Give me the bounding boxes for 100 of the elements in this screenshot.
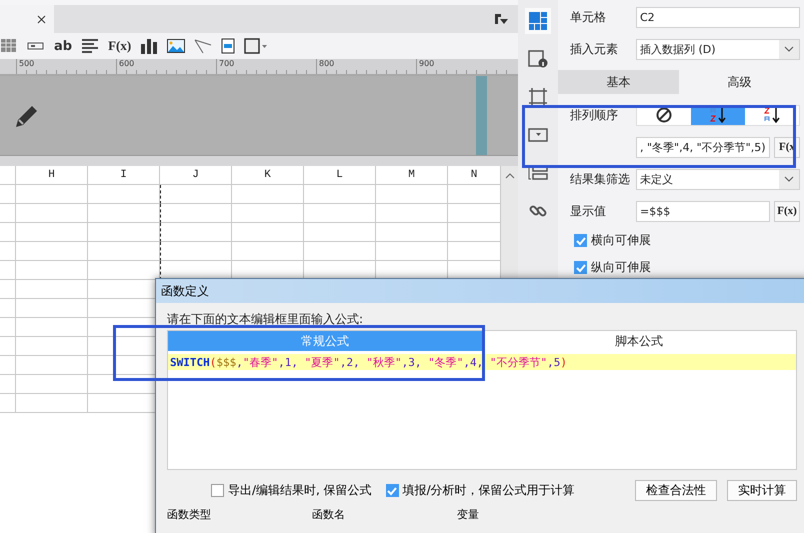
row-header [0, 280, 16, 299]
close-icon [37, 14, 46, 24]
sheet-cell[interactable] [304, 204, 376, 223]
row-header [0, 356, 16, 375]
sheet-cell[interactable] [232, 204, 304, 223]
row-header [0, 261, 16, 280]
field-label: 插入元素 [570, 40, 619, 58]
field-label: 结果集筛选 [570, 170, 631, 188]
sheet-cell[interactable] [16, 185, 88, 204]
filter-dropdown[interactable]: 未定义 [636, 168, 800, 190]
column-header[interactable]: K [232, 166, 304, 185]
cell-field[interactable]: C2 [636, 6, 800, 28]
sheet-cell[interactable] [376, 185, 448, 204]
sheet-cell[interactable] [88, 223, 160, 242]
sheet-cell[interactable] [160, 223, 232, 242]
sheet-cell[interactable] [16, 261, 88, 280]
sheet-cell[interactable] [16, 299, 88, 318]
column-header[interactable]: L [304, 166, 376, 185]
column-header[interactable]: H [16, 166, 88, 185]
ruler-label: 500 [19, 59, 34, 68]
sheet-cell[interactable] [232, 185, 304, 204]
dialog-title: 函数定义 [156, 279, 804, 303]
row-header [0, 299, 16, 318]
formula-tool[interactable]: F(x) [108, 36, 132, 56]
checkbox-option[interactable]: 导出/编辑结果时, 保留公式 [211, 482, 372, 499]
sort-descending-icon [763, 107, 781, 123]
ruler-label: 800 [319, 59, 334, 68]
checkbox[interactable] [211, 484, 224, 497]
sheet-cell[interactable] [16, 280, 88, 299]
no-sort-icon [656, 107, 672, 123]
checkbox-option[interactable]: 横向可伸展 [574, 232, 800, 249]
sheet-cell[interactable] [160, 242, 232, 261]
column-label: 函数名 [312, 507, 346, 522]
column-label: 函数类型 [167, 507, 212, 522]
row-header [0, 375, 16, 394]
row-header [0, 223, 16, 242]
sheet-cell[interactable] [304, 185, 376, 204]
checkbox[interactable] [574, 234, 587, 247]
checkbox[interactable] [386, 484, 399, 497]
field-label: 单元格 [570, 8, 607, 26]
border-icon[interactable] [244, 38, 268, 54]
column-header[interactable]: I [88, 166, 160, 185]
scroll-up-icon [504, 172, 514, 178]
image-icon[interactable] [167, 38, 186, 54]
insert-element-dropdown[interactable]: 插入数据列 (D) [636, 38, 800, 60]
cell-properties-icon[interactable] [525, 8, 551, 34]
sheet-cell[interactable] [232, 242, 304, 261]
sheet-cell[interactable] [160, 204, 232, 223]
sheet-cell[interactable] [88, 185, 160, 204]
line-icon[interactable] [194, 38, 212, 54]
text-tool[interactable]: ab [54, 36, 72, 56]
sheet-cell[interactable] [16, 204, 88, 223]
checkbox-option[interactable]: 纵向可伸展 [574, 259, 800, 276]
sheet-cell[interactable] [160, 185, 232, 204]
scrollbar-button[interactable] [501, 166, 518, 185]
row-header [0, 318, 16, 337]
column-header[interactable]: J [160, 166, 232, 185]
document-icon[interactable] [221, 38, 236, 54]
ruler-label: 600 [119, 59, 134, 68]
sheet-cell[interactable] [376, 223, 448, 242]
dropdown-menu-icon[interactable] [494, 13, 508, 25]
sheet-cell[interactable] [16, 337, 88, 356]
row-header [0, 204, 16, 223]
checkbox[interactable] [574, 261, 587, 274]
row-header [0, 185, 16, 204]
table-icon[interactable] [0, 38, 18, 54]
sheet-cell[interactable] [16, 375, 88, 394]
sheet-cell[interactable] [16, 242, 88, 261]
sheet-cell[interactable] [304, 223, 376, 242]
formula-editor[interactable]: 常规公式 脚本公式 SWITCH($$$,"春季",1, "夏季",2, "秋季",3, "冬季",4, "不分季节",5) [167, 330, 797, 470]
checkbox-option[interactable]: 填报/分析时，保留公式用于计算 [386, 482, 575, 499]
align-left-icon[interactable] [81, 38, 100, 54]
panel-tab[interactable]: 基本 [558, 70, 679, 94]
sort-ascending-icon [709, 107, 727, 123]
display-value-field[interactable]: =$$$ [636, 200, 770, 222]
dialog-button[interactable]: 检查合法性 [635, 480, 717, 501]
bar-chart-icon[interactable] [140, 38, 158, 54]
sheet-cell[interactable] [376, 204, 448, 223]
formula-button[interactable]: F(x) [774, 200, 800, 222]
column-label: 变量 [457, 507, 480, 522]
column-header[interactable]: N [448, 166, 501, 185]
sheet-cell[interactable] [16, 356, 88, 375]
sheet-cell[interactable] [16, 223, 88, 242]
chevron-down-icon [784, 176, 794, 182]
sheet-cell[interactable] [232, 223, 304, 242]
dialog-button[interactable]: 实时计算 [727, 480, 797, 501]
column-header[interactable]: M [376, 166, 448, 185]
ruler-label: 700 [219, 59, 234, 68]
sheet-cell[interactable] [88, 204, 160, 223]
chevron-down-icon [784, 46, 794, 52]
field-label: 排列顺序 [570, 106, 619, 124]
row-header [0, 242, 16, 261]
sheet-cell[interactable] [88, 242, 160, 261]
sort-formula-field[interactable]: , "冬季",4, "不分季节",5) [636, 136, 770, 158]
prompt-text: 请在下面的文本编辑框里面输入公式: [167, 311, 364, 328]
sheet-cell[interactable] [304, 242, 376, 261]
sheet-cell[interactable] [16, 318, 88, 337]
sheet-cell[interactable] [16, 394, 88, 413]
field-label: 显示值 [570, 202, 607, 220]
sheet-cell[interactable] [376, 242, 448, 261]
